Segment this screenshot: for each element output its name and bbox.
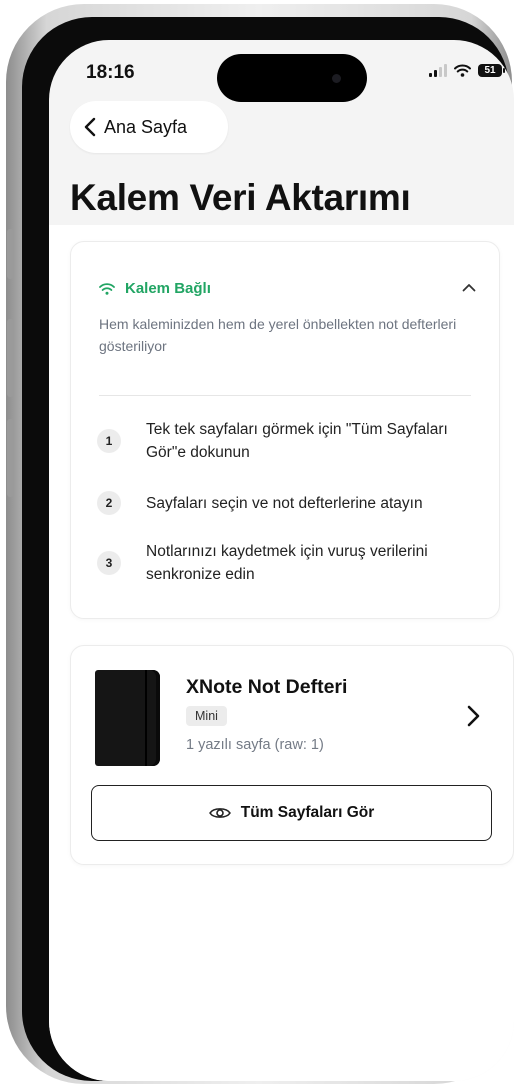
signal-icon (429, 64, 447, 77)
connection-card: Kalem Bağlı Hem kaleminizden hem de yere… (70, 241, 500, 619)
view-all-pages-label: Tüm Sayfaları Gör (240, 804, 375, 821)
camera-dot (332, 74, 341, 83)
back-button[interactable]: Ana Sayfa (70, 101, 228, 153)
divider (99, 395, 471, 396)
eye-icon (208, 808, 231, 818)
wifi-icon (99, 282, 115, 295)
volume-down-button (7, 419, 14, 497)
volume-up-button (7, 319, 14, 397)
dynamic-island (217, 54, 367, 102)
content-area: Kalem Bağlı Hem kaleminizden hem de yere… (49, 225, 514, 1081)
page-title: Kalem Veri Aktarımı (70, 177, 411, 218)
notebook-cover-image (95, 670, 160, 766)
action-button (7, 229, 14, 279)
step-number: 2 (97, 491, 121, 515)
connection-label: Kalem Bağlı (125, 280, 211, 297)
notebook-page-count: 1 yazılı sayfa (raw: 1) (186, 737, 324, 753)
step-text: Tek tek sayfaları görmek için "Tüm Sayfa… (146, 421, 448, 461)
status-bar: 18:16 51 (49, 40, 514, 110)
step-item: 2 Sayfaları seçin ve not defterlerine at… (97, 491, 466, 515)
status-icons: 51 (429, 64, 505, 77)
step-number: 3 (97, 551, 121, 575)
notebook-title: XNote Not Defteri (186, 676, 348, 698)
screen: 18:16 51 Ana Sayfa Kalem Veri Aktarımı K… (49, 40, 514, 1081)
connection-status: Kalem Bağlı (99, 280, 211, 297)
step-text: Sayfaları seçin ve not defterlerine atay… (146, 494, 423, 512)
phone-bezel: 18:16 51 Ana Sayfa Kalem Veri Aktarımı K… (22, 17, 514, 1081)
phone-frame: 18:16 51 Ana Sayfa Kalem Veri Aktarımı K… (6, 4, 514, 1084)
view-all-pages-button[interactable]: Tüm Sayfaları Gör (91, 785, 492, 841)
step-item: 1 Tek tek sayfaları görmek için "Tüm Say… (97, 418, 466, 464)
collapse-button[interactable] (457, 275, 481, 299)
notebook-size-badge: Mini (186, 706, 227, 726)
chevron-right-icon[interactable] (463, 704, 483, 728)
chevron-up-icon (462, 283, 476, 291)
battery-icon: 51 (478, 64, 505, 77)
step-text: Notlarınızı kaydetmek için vuruş veriler… (146, 543, 428, 583)
wifi-status-icon (454, 64, 471, 77)
step-number: 1 (97, 429, 121, 453)
status-time: 18:16 (86, 62, 135, 83)
back-label: Ana Sayfa (104, 116, 188, 137)
notebook-card[interactable]: XNote Not Defteri Mini 1 yazılı sayfa (r… (70, 645, 514, 865)
step-item: 3 Notlarınızı kaydetmek için vuruş veril… (97, 540, 466, 586)
connection-description: Hem kaleminizden hem de yerel önbellekte… (99, 316, 457, 354)
chevron-left-icon (84, 117, 96, 137)
